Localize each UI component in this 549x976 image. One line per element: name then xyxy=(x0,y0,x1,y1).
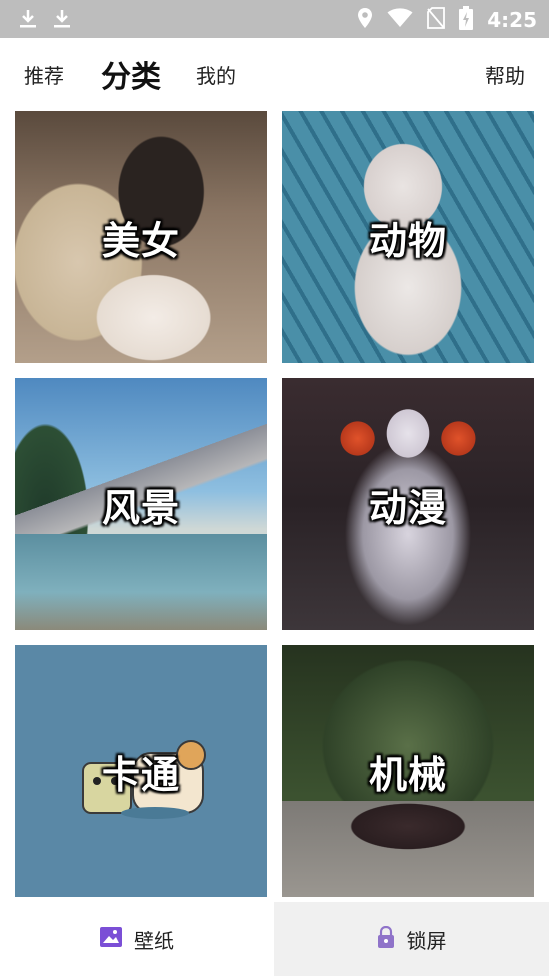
category-label: 动漫 xyxy=(368,485,447,530)
category-card-anime[interactable]: 动漫 xyxy=(282,378,534,630)
download-icon xyxy=(52,8,72,30)
category-card-animal[interactable]: 动物 xyxy=(282,111,534,363)
category-card-cartoon[interactable]: 卡通 xyxy=(15,645,267,897)
tab-category[interactable]: 分类 xyxy=(101,38,161,110)
no-sim-icon xyxy=(427,7,446,33)
lock-icon xyxy=(377,925,395,953)
category-label: 机械 xyxy=(368,752,447,797)
wallpaper-label: 壁纸 xyxy=(134,928,174,953)
category-label: 卡通 xyxy=(101,752,180,797)
lockscreen-button[interactable]: 锁屏 xyxy=(274,902,549,976)
wifi-icon xyxy=(387,8,413,32)
category-card-beauty[interactable]: 美女 xyxy=(15,111,267,363)
status-bar: 4:25 xyxy=(0,0,549,38)
battery-charging-icon xyxy=(459,6,474,34)
category-label: 动物 xyxy=(368,218,447,263)
lockscreen-label: 锁屏 xyxy=(406,928,447,953)
category-label: 风景 xyxy=(101,485,180,530)
top-nav: 推荐 分类 我的 帮助 xyxy=(0,38,549,110)
help-button[interactable]: 帮助 xyxy=(485,38,525,110)
bottom-bar: 壁纸 锁屏 xyxy=(0,902,549,976)
category-label: 美女 xyxy=(101,218,180,263)
location-icon xyxy=(357,7,373,33)
wallpaper-button[interactable]: 壁纸 xyxy=(0,902,274,976)
tab-recommend[interactable]: 推荐 xyxy=(24,38,64,110)
category-card-landscape[interactable]: 风景 xyxy=(15,378,267,630)
image-icon xyxy=(100,926,122,952)
category-card-mechanical[interactable]: 机械 xyxy=(282,645,534,897)
status-time: 4:25 xyxy=(487,8,537,32)
tab-mine[interactable]: 我的 xyxy=(196,38,236,110)
download-icon xyxy=(18,8,38,30)
